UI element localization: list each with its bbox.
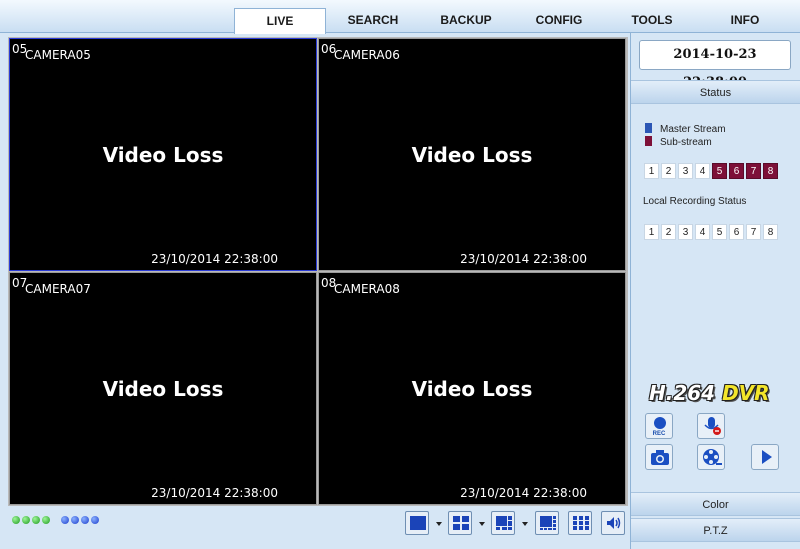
- chevron-down-icon[interactable]: [479, 522, 485, 526]
- recording-channel-3: 3: [678, 224, 693, 240]
- audio-button[interactable]: [601, 511, 625, 535]
- channel-led-blue-icon: [91, 516, 99, 524]
- logo-h264: H.264: [649, 381, 716, 405]
- tab-live[interactable]: LIVE: [234, 8, 326, 34]
- recording-channel-5: 5: [712, 224, 727, 240]
- stream-channel-2: 2: [661, 163, 676, 179]
- six-view-icon: [496, 516, 512, 530]
- chevron-down-icon[interactable]: [522, 522, 528, 526]
- camera-tile-08[interactable]: 08 CAMERA08 Video Loss 23/10/2014 22:38:…: [318, 272, 626, 505]
- record-button[interactable]: REC: [645, 413, 673, 439]
- legend-master: Master Stream: [645, 123, 726, 135]
- recording-channel-4: 4: [695, 224, 710, 240]
- stream-channel-3: 3: [678, 163, 693, 179]
- recording-channel-7: 7: [746, 224, 761, 240]
- mic-mute-icon: [704, 417, 721, 435]
- film-reel-icon: [703, 449, 722, 465]
- camera-timestamp: 23/10/2014 22:38:00: [151, 252, 278, 266]
- datetime-display: 2014-10-23 22:38:00: [639, 40, 791, 90]
- camera-name: CAMERA07: [25, 282, 91, 296]
- bottom-toolbar: [8, 508, 628, 542]
- video-record-button[interactable]: [697, 444, 725, 470]
- color-section-header[interactable]: Color: [631, 492, 800, 516]
- quad-view-button[interactable]: [448, 511, 472, 535]
- side-panel: 2014-10-23 22:38:00 Status Master Stream…: [630, 33, 800, 549]
- chevron-down-icon[interactable]: [436, 522, 442, 526]
- legend-master-label: Master Stream: [660, 124, 726, 135]
- sub-stream-swatch: [645, 136, 652, 146]
- channel-led-green-icon: [22, 516, 30, 524]
- video-loss-label: Video Loss: [411, 377, 533, 401]
- camera-timestamp: 23/10/2014 22:38:00: [460, 252, 587, 266]
- audio-icon: [607, 517, 621, 529]
- top-nav: LIVE SEARCH BACKUP CONFIG TOOLS INFO: [0, 0, 800, 34]
- recording-status-label: Local Recording Status: [643, 196, 747, 207]
- camera-icon: [651, 450, 669, 465]
- stream-channel-6: 6: [729, 163, 744, 179]
- channel-led-blue-icon: [71, 516, 79, 524]
- camera-tile-05[interactable]: 05 CAMERA05 Video Loss 23/10/2014 22:38:…: [9, 38, 317, 271]
- quad-view-icon: [453, 516, 469, 530]
- video-loss-label: Video Loss: [411, 143, 533, 167]
- h264-dvr-logo: H.264 DVR: [649, 381, 770, 405]
- master-stream-swatch: [645, 123, 652, 133]
- tab-backup[interactable]: BACKUP: [420, 8, 512, 33]
- stream-channel-5: 5: [712, 163, 727, 179]
- stream-channel-4: 4: [695, 163, 710, 179]
- tab-info[interactable]: INFO: [699, 8, 791, 33]
- tab-search[interactable]: SEARCH: [327, 8, 419, 33]
- stream-channel-1: 1: [644, 163, 659, 179]
- channel-led-green-icon: [12, 516, 20, 524]
- nine-view-button[interactable]: [568, 511, 592, 535]
- recording-channel-2: 2: [661, 224, 676, 240]
- legend-sub-label: Sub-stream: [660, 137, 712, 148]
- camera-name: CAMERA08: [334, 282, 400, 296]
- rec-caption: REC: [652, 431, 666, 437]
- legend-sub: Sub-stream: [645, 136, 712, 148]
- record-icon: [654, 417, 666, 429]
- camera-name: CAMERA06: [334, 48, 400, 62]
- status-header[interactable]: Status: [631, 80, 800, 104]
- video-loss-label: Video Loss: [102, 377, 224, 401]
- camera-tile-07[interactable]: 07 CAMERA07 Video Loss 23/10/2014 22:38:…: [9, 272, 317, 505]
- logo-dvr: DVR: [722, 381, 770, 405]
- ptz-section-header[interactable]: P.T.Z: [631, 518, 800, 542]
- video-loss-label: Video Loss: [102, 143, 224, 167]
- camera-tile-06[interactable]: 06 CAMERA06 Video Loss 23/10/2014 22:38:…: [318, 38, 626, 271]
- channel-led-blue-icon: [81, 516, 89, 524]
- stream-channel-7: 7: [746, 163, 761, 179]
- single-view-icon: [410, 516, 426, 530]
- tab-tools[interactable]: TOOLS: [606, 8, 698, 33]
- recording-channel-6: 6: [729, 224, 744, 240]
- play-icon: [762, 450, 772, 464]
- play-button[interactable]: [751, 444, 779, 470]
- six-view-button[interactable]: [491, 511, 515, 535]
- video-grid: 05 CAMERA05 Video Loss 23/10/2014 22:38:…: [8, 37, 628, 506]
- channel-led-green-icon: [42, 516, 50, 524]
- stream-channel-8: 8: [763, 163, 778, 179]
- channel-led-green-icon: [32, 516, 40, 524]
- recording-channel-1: 1: [644, 224, 659, 240]
- snapshot-button[interactable]: [645, 444, 673, 470]
- eight-view-button[interactable]: [535, 511, 559, 535]
- single-view-button[interactable]: [405, 511, 429, 535]
- camera-timestamp: 23/10/2014 22:38:00: [151, 486, 278, 500]
- eight-view-icon: [540, 516, 556, 530]
- camera-name: CAMERA05: [25, 48, 91, 62]
- channel-led-blue-icon: [61, 516, 69, 524]
- nine-view-icon: [573, 516, 589, 530]
- camera-timestamp: 23/10/2014 22:38:00: [460, 486, 587, 500]
- mic-mute-button[interactable]: [697, 413, 725, 439]
- recording-channel-8: 8: [763, 224, 778, 240]
- tab-config[interactable]: CONFIG: [513, 8, 605, 33]
